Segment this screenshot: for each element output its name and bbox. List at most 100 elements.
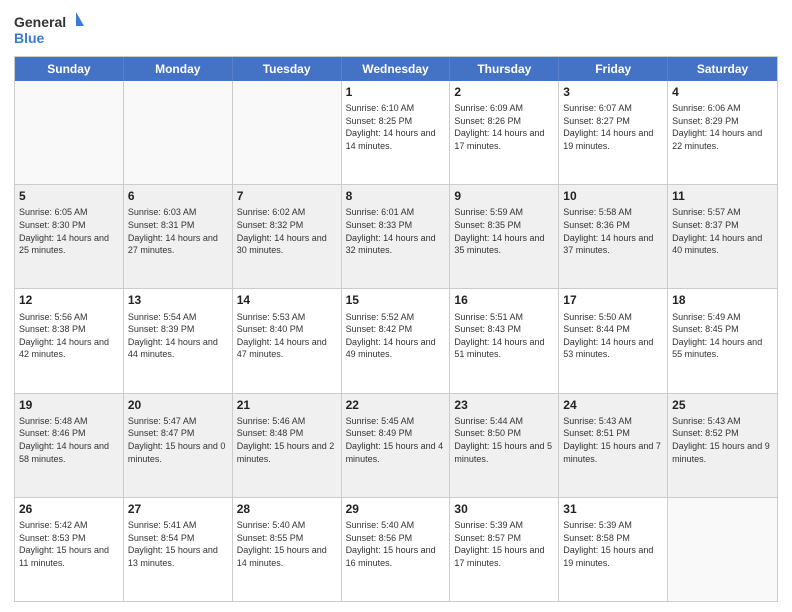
cell-info: Sunrise: 5:53 AM Sunset: 8:40 PM Dayligh… [237,311,337,361]
calendar-cell: 19 Sunrise: 5:48 AM Sunset: 8:46 PM Dayli… [15,394,124,497]
day-number: 10 [563,188,663,204]
cell-info: Sunrise: 5:57 AM Sunset: 8:37 PM Dayligh… [672,206,773,256]
cell-info: Sunrise: 5:59 AM Sunset: 8:35 PM Dayligh… [454,206,554,256]
calendar-cell: 12 Sunrise: 5:56 AM Sunset: 8:38 PM Dayli… [15,289,124,392]
calendar-week-1: 5 Sunrise: 6:05 AM Sunset: 8:30 PM Daylig… [15,184,777,288]
day-number: 29 [346,501,446,517]
day-number: 16 [454,292,554,308]
calendar-cell: 15 Sunrise: 5:52 AM Sunset: 8:42 PM Dayli… [342,289,451,392]
day-number: 27 [128,501,228,517]
calendar-cell: 5 Sunrise: 6:05 AM Sunset: 8:30 PM Daylig… [15,185,124,288]
calendar-cell: 24Sunrise: 5:43 AM Sunset: 8:51 PM Dayli… [559,394,668,497]
calendar-cell: 9 Sunrise: 5:59 AM Sunset: 8:35 PM Daylig… [450,185,559,288]
calendar-header: SundayMondayTuesdayWednesdayThursdayFrid… [15,57,777,81]
calendar-cell: 17Sunrise: 5:50 AM Sunset: 8:44 PM Dayli… [559,289,668,392]
calendar-cell: 3 Sunrise: 6:07 AM Sunset: 8:27 PM Daylig… [559,81,668,184]
calendar-cell: 11Sunrise: 5:57 AM Sunset: 8:37 PM Dayli… [668,185,777,288]
cell-info: Sunrise: 5:58 AM Sunset: 8:36 PM Dayligh… [563,206,663,256]
cell-info: Sunrise: 5:39 AM Sunset: 8:57 PM Dayligh… [454,519,554,569]
cell-info: Sunrise: 5:40 AM Sunset: 8:56 PM Dayligh… [346,519,446,569]
day-number: 5 [19,188,119,204]
cell-info: Sunrise: 6:06 AM Sunset: 8:29 PM Dayligh… [672,102,773,152]
calendar-cell [668,498,777,601]
calendar-cell: 8 Sunrise: 6:01 AM Sunset: 8:33 PM Daylig… [342,185,451,288]
header: General Blue [14,10,778,50]
day-number: 3 [563,84,663,100]
day-number: 8 [346,188,446,204]
day-header-sunday: Sunday [15,57,124,81]
cell-info: Sunrise: 5:49 AM Sunset: 8:45 PM Dayligh… [672,311,773,361]
cell-info: Sunrise: 6:07 AM Sunset: 8:27 PM Dayligh… [563,102,663,152]
cell-info: Sunrise: 5:48 AM Sunset: 8:46 PM Dayligh… [19,415,119,465]
day-number: 1 [346,84,446,100]
cell-info: Sunrise: 5:54 AM Sunset: 8:39 PM Dayligh… [128,311,228,361]
calendar-cell: 22 Sunrise: 5:45 AM Sunset: 8:49 PM Dayli… [342,394,451,497]
calendar-cell: 1 Sunrise: 6:10 AM Sunset: 8:25 PM Daylig… [342,81,451,184]
day-number: 2 [454,84,554,100]
cell-info: Sunrise: 6:01 AM Sunset: 8:33 PM Dayligh… [346,206,446,256]
day-number: 26 [19,501,119,517]
calendar-cell: 14 Sunrise: 5:53 AM Sunset: 8:40 PM Dayli… [233,289,342,392]
calendar-cell: 6Sunrise: 6:03 AM Sunset: 8:31 PM Daylig… [124,185,233,288]
calendar-week-4: 26 Sunrise: 5:42 AM Sunset: 8:53 PM Dayli… [15,497,777,601]
day-number: 12 [19,292,119,308]
calendar-cell: 27 Sunrise: 5:41 AM Sunset: 8:54 PM Dayli… [124,498,233,601]
day-header-tuesday: Tuesday [233,57,342,81]
cell-info: Sunrise: 6:10 AM Sunset: 8:25 PM Dayligh… [346,102,446,152]
calendar-cell: 7Sunrise: 6:02 AM Sunset: 8:32 PM Daylig… [233,185,342,288]
logo: General Blue [14,10,84,50]
cell-info: Sunrise: 5:51 AM Sunset: 8:43 PM Dayligh… [454,311,554,361]
cell-info: Sunrise: 5:45 AM Sunset: 8:49 PM Dayligh… [346,415,446,465]
cell-info: Sunrise: 6:09 AM Sunset: 8:26 PM Dayligh… [454,102,554,152]
cell-info: Sunrise: 6:05 AM Sunset: 8:30 PM Dayligh… [19,206,119,256]
calendar: SundayMondayTuesdayWednesdayThursdayFrid… [14,56,778,602]
calendar-cell: 4 Sunrise: 6:06 AM Sunset: 8:29 PM Daylig… [668,81,777,184]
day-number: 19 [19,397,119,413]
day-header-saturday: Saturday [668,57,777,81]
cell-info: Sunrise: 6:03 AM Sunset: 8:31 PM Dayligh… [128,206,228,256]
day-number: 25 [672,397,773,413]
calendar-cell: 10 Sunrise: 5:58 AM Sunset: 8:36 PM Dayli… [559,185,668,288]
cell-info: Sunrise: 5:47 AM Sunset: 8:47 PM Dayligh… [128,415,228,465]
day-number: 18 [672,292,773,308]
calendar-cell: 21Sunrise: 5:46 AM Sunset: 8:48 PM Dayli… [233,394,342,497]
day-number: 15 [346,292,446,308]
day-number: 24 [563,397,663,413]
day-header-friday: Friday [559,57,668,81]
calendar-cell: 28Sunrise: 5:40 AM Sunset: 8:55 PM Dayli… [233,498,342,601]
calendar-cell: 13Sunrise: 5:54 AM Sunset: 8:39 PM Dayli… [124,289,233,392]
calendar-cell: 18 Sunrise: 5:49 AM Sunset: 8:45 PM Dayli… [668,289,777,392]
calendar-cell: 29 Sunrise: 5:40 AM Sunset: 8:56 PM Dayli… [342,498,451,601]
calendar-cell [233,81,342,184]
calendar-cell: 31Sunrise: 5:39 AM Sunset: 8:58 PM Dayli… [559,498,668,601]
day-header-wednesday: Wednesday [342,57,451,81]
calendar-cell: 16 Sunrise: 5:51 AM Sunset: 8:43 PM Dayli… [450,289,559,392]
cell-info: Sunrise: 5:52 AM Sunset: 8:42 PM Dayligh… [346,311,446,361]
day-number: 4 [672,84,773,100]
cell-info: Sunrise: 5:42 AM Sunset: 8:53 PM Dayligh… [19,519,119,569]
svg-text:Blue: Blue [14,30,45,46]
calendar-cell: 26 Sunrise: 5:42 AM Sunset: 8:53 PM Dayli… [15,498,124,601]
calendar-week-2: 12 Sunrise: 5:56 AM Sunset: 8:38 PM Dayli… [15,288,777,392]
day-number: 20 [128,397,228,413]
day-number: 17 [563,292,663,308]
cell-info: Sunrise: 5:43 AM Sunset: 8:52 PM Dayligh… [672,415,773,465]
day-number: 23 [454,397,554,413]
calendar-cell [124,81,233,184]
cell-info: Sunrise: 5:40 AM Sunset: 8:55 PM Dayligh… [237,519,337,569]
day-number: 9 [454,188,554,204]
day-header-monday: Monday [124,57,233,81]
calendar-body: 1 Sunrise: 6:10 AM Sunset: 8:25 PM Daylig… [15,81,777,601]
calendar-week-0: 1 Sunrise: 6:10 AM Sunset: 8:25 PM Daylig… [15,81,777,184]
cell-info: Sunrise: 5:46 AM Sunset: 8:48 PM Dayligh… [237,415,337,465]
calendar-cell: 23 Sunrise: 5:44 AM Sunset: 8:50 PM Dayli… [450,394,559,497]
cell-info: Sunrise: 5:44 AM Sunset: 8:50 PM Dayligh… [454,415,554,465]
day-number: 22 [346,397,446,413]
cell-info: Sunrise: 5:56 AM Sunset: 8:38 PM Dayligh… [19,311,119,361]
day-header-thursday: Thursday [450,57,559,81]
cell-info: Sunrise: 6:02 AM Sunset: 8:32 PM Dayligh… [237,206,337,256]
calendar-cell: 20 Sunrise: 5:47 AM Sunset: 8:47 PM Dayli… [124,394,233,497]
cell-info: Sunrise: 5:41 AM Sunset: 8:54 PM Dayligh… [128,519,228,569]
day-number: 14 [237,292,337,308]
cell-info: Sunrise: 5:39 AM Sunset: 8:58 PM Dayligh… [563,519,663,569]
